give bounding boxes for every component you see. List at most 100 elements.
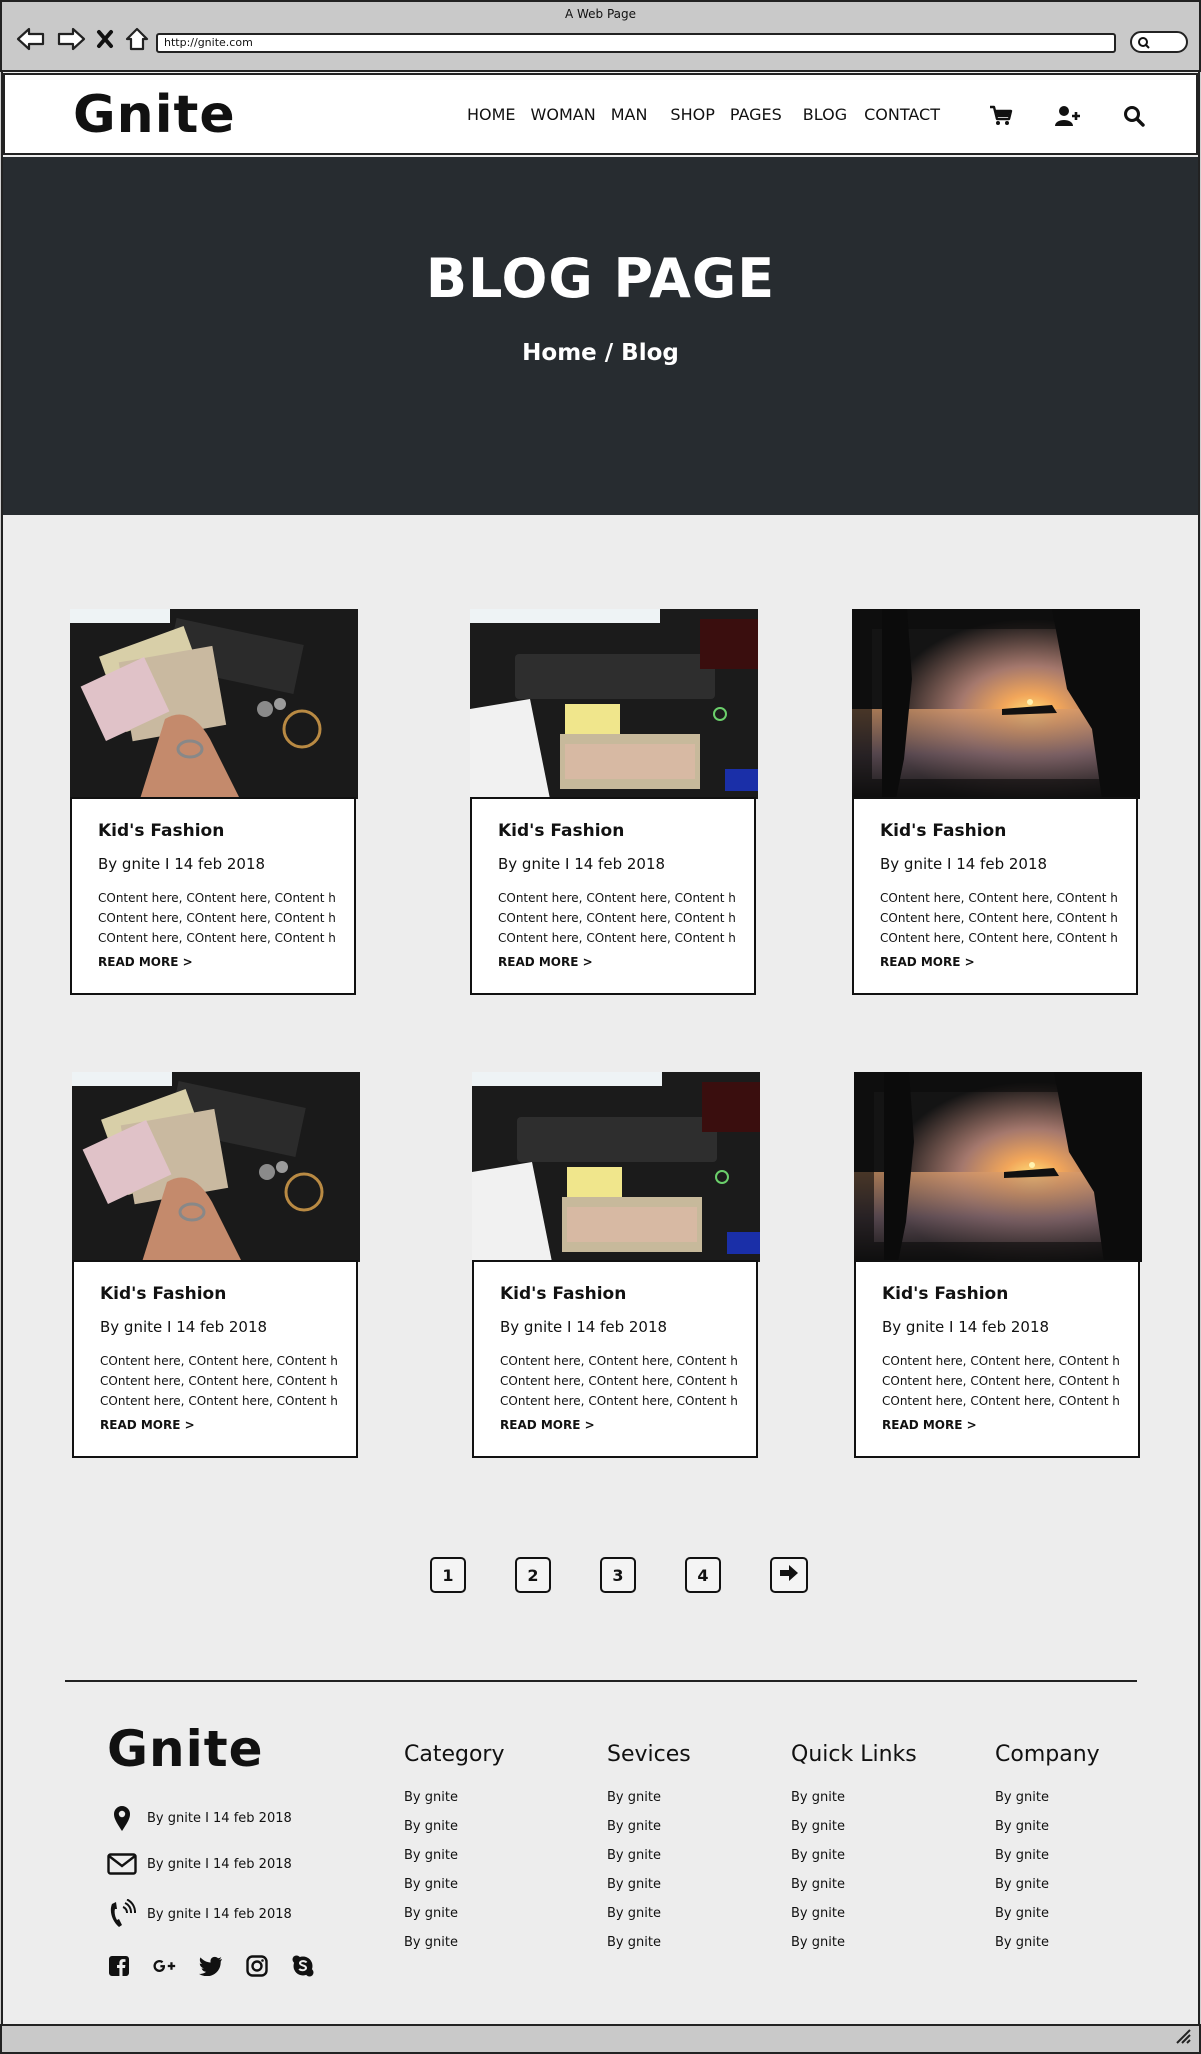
footer-column-services: Sevices By gnite By gnite By gnite By gn…: [607, 1742, 691, 1965]
sunset-photo[interactable]: [854, 1072, 1142, 1262]
footer-link[interactable]: By gnite: [791, 1878, 917, 1907]
contact-text: By gnite I 14 feb 2018: [147, 1810, 292, 1826]
search-icon[interactable]: [1123, 105, 1145, 131]
footer-column-quick-links: Quick Links By gnite By gnite By gnite B…: [791, 1742, 917, 1965]
blog-card[interactable]: Kid's Fashion By gnite I 14 feb 2018 COn…: [72, 1072, 360, 1458]
read-more-link[interactable]: READ MORE >: [880, 955, 1136, 969]
footer-link[interactable]: By gnite: [995, 1936, 1100, 1965]
blog-card[interactable]: Kid's Fashion By gnite I 14 feb 2018 COn…: [470, 609, 758, 995]
footer-link[interactable]: By gnite: [404, 1820, 505, 1849]
post-title[interactable]: Kid's Fashion: [498, 821, 754, 841]
footer-link[interactable]: By gnite: [404, 1907, 505, 1936]
nav-shop[interactable]: SHOP: [670, 105, 714, 124]
footer-logo[interactable]: Gnite: [107, 1720, 264, 1778]
facebook-icon[interactable]: [107, 1954, 131, 1978]
stop-icon[interactable]: [96, 28, 114, 50]
page-4-button[interactable]: 4: [685, 1557, 721, 1593]
instagram-icon[interactable]: [245, 1954, 269, 1978]
money-photo[interactable]: [72, 1072, 360, 1262]
next-page-button[interactable]: [770, 1557, 808, 1593]
site-header: Gnite HOME WOMAN MAN SHOP PAGES BLOG CON…: [3, 73, 1198, 155]
add-user-icon[interactable]: [1055, 105, 1081, 131]
read-more-link[interactable]: READ MORE >: [500, 1418, 756, 1432]
footer-link[interactable]: By gnite: [791, 1936, 917, 1965]
read-more-link[interactable]: READ MORE >: [498, 955, 754, 969]
footer-link[interactable]: By gnite: [404, 1878, 505, 1907]
footer-link[interactable]: By gnite: [607, 1878, 691, 1907]
contact-email: By gnite I 14 feb 2018: [107, 1853, 292, 1875]
footer-link[interactable]: By gnite: [607, 1820, 691, 1849]
read-more-link[interactable]: READ MORE >: [100, 1418, 356, 1432]
blog-card[interactable]: Kid's Fashion By gnite I 14 feb 2018 COn…: [472, 1072, 760, 1458]
cart-icon[interactable]: [989, 105, 1013, 131]
read-more-link[interactable]: READ MORE >: [98, 955, 354, 969]
footer-link[interactable]: By gnite: [607, 1849, 691, 1878]
post-title[interactable]: Kid's Fashion: [98, 821, 354, 841]
forward-arrow-icon[interactable]: [56, 27, 86, 51]
page-3-button[interactable]: 3: [600, 1557, 636, 1593]
blog-card[interactable]: Kid's Fashion By gnite I 14 feb 2018 COn…: [854, 1072, 1142, 1458]
keyboard-money-photo[interactable]: [470, 609, 758, 799]
blog-card[interactable]: Kid's Fashion By gnite I 14 feb 2018 COn…: [70, 609, 358, 995]
back-arrow-icon[interactable]: [16, 27, 46, 51]
excerpt-line: COntent here, COntent here, COntent here: [880, 911, 1117, 925]
nav-man[interactable]: MAN: [611, 105, 648, 124]
excerpt-line: COntent here, COntent here, COntent here: [882, 1354, 1119, 1368]
page-1-button[interactable]: 1: [430, 1557, 466, 1593]
nav-contact[interactable]: CONTACT: [864, 105, 940, 124]
skype-icon[interactable]: [291, 1954, 315, 1978]
excerpt-line: COntent here, COntent here, COntent here: [498, 931, 735, 945]
footer-link[interactable]: By gnite: [607, 1907, 691, 1936]
post-excerpt: COntent here, COntent here, COntent here…: [500, 1351, 737, 1411]
resize-handle-icon[interactable]: [1173, 2026, 1191, 2048]
footer-link[interactable]: By gnite: [995, 1907, 1100, 1936]
footer-link[interactable]: By gnite: [995, 1849, 1100, 1878]
post-meta: By gnite I 14 feb 2018: [100, 1318, 268, 1336]
footer-column-company: Company By gnite By gnite By gnite By gn…: [995, 1742, 1100, 1965]
nav-blog[interactable]: BLOG: [803, 105, 847, 124]
footer-column-title: Company: [995, 1742, 1100, 1767]
footer-link[interactable]: By gnite: [995, 1878, 1100, 1907]
footer-link[interactable]: By gnite: [995, 1820, 1100, 1849]
nav-woman[interactable]: WOMAN: [531, 105, 596, 124]
phone-icon: [107, 1899, 137, 1929]
post-meta: By gnite I 14 feb 2018: [880, 855, 1048, 873]
footer-link[interactable]: By gnite: [995, 1791, 1100, 1820]
footer-link[interactable]: By gnite: [404, 1936, 505, 1965]
footer-link[interactable]: By gnite: [607, 1936, 691, 1965]
footer-link[interactable]: By gnite: [404, 1791, 505, 1820]
page-2-button[interactable]: 2: [515, 1557, 551, 1593]
money-photo[interactable]: [70, 609, 358, 799]
footer-link[interactable]: By gnite: [791, 1820, 917, 1849]
nav-pages[interactable]: PAGES: [730, 105, 782, 124]
twitter-icon[interactable]: [199, 1954, 223, 1978]
blog-card[interactable]: Kid's Fashion By gnite I 14 feb 2018 COn…: [852, 609, 1140, 995]
post-meta: By gnite I 14 feb 2018: [882, 1318, 1050, 1336]
footer-link[interactable]: By gnite: [791, 1849, 917, 1878]
post-excerpt: COntent here, COntent here, COntent here…: [882, 1351, 1119, 1411]
post-meta: By gnite I 14 feb 2018: [498, 855, 666, 873]
browser-search-field[interactable]: [1130, 31, 1188, 53]
footer-link[interactable]: By gnite: [791, 1791, 917, 1820]
blog-card-body: Kid's Fashion By gnite I 14 feb 2018 COn…: [70, 797, 356, 995]
footer-link[interactable]: By gnite: [607, 1791, 691, 1820]
nav-home[interactable]: HOME: [467, 105, 516, 124]
sunset-photo[interactable]: [852, 609, 1140, 799]
keyboard-money-photo[interactable]: [472, 1072, 760, 1262]
post-title[interactable]: Kid's Fashion: [100, 1284, 356, 1304]
read-more-link[interactable]: READ MORE >: [882, 1418, 1138, 1432]
site-logo[interactable]: Gnite: [73, 85, 236, 145]
page-canvas: Gnite HOME WOMAN MAN SHOP PAGES BLOG CON…: [1, 72, 1200, 2024]
browser-nav-buttons: [16, 26, 150, 52]
post-title[interactable]: Kid's Fashion: [880, 821, 1136, 841]
url-bar[interactable]: http://gnite.com: [156, 33, 1116, 53]
footer-link[interactable]: By gnite: [404, 1849, 505, 1878]
post-title[interactable]: Kid's Fashion: [500, 1284, 756, 1304]
footer-link[interactable]: By gnite: [791, 1907, 917, 1936]
contact-address: By gnite I 14 feb 2018: [107, 1804, 292, 1832]
google-plus-icon[interactable]: [153, 1954, 177, 1978]
home-icon[interactable]: [124, 26, 150, 52]
post-title[interactable]: Kid's Fashion: [882, 1284, 1138, 1304]
post-meta: By gnite I 14 feb 2018: [500, 1318, 668, 1336]
pagination: 1 2 3 4: [430, 1557, 808, 1593]
